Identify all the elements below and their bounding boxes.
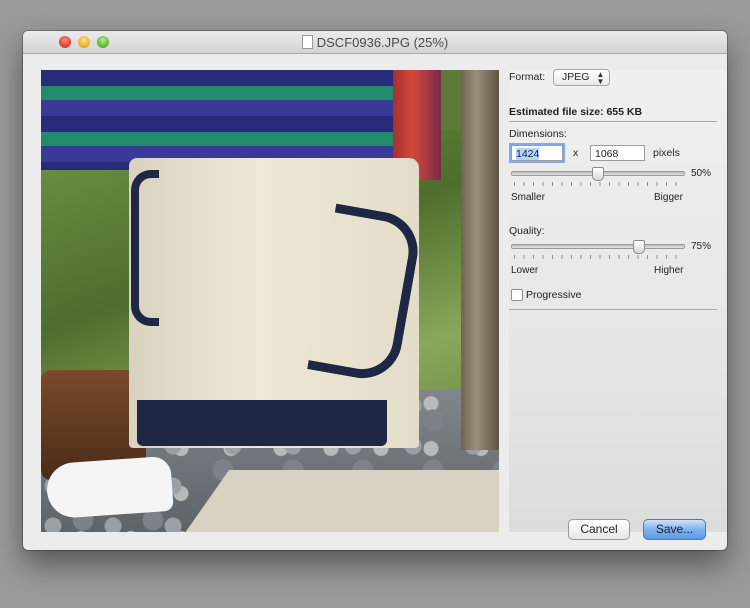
separator (509, 121, 717, 122)
popup-arrows-icon: ▲ ▼ (596, 70, 605, 86)
image-preview (41, 70, 499, 532)
units-label: pixels (653, 147, 680, 159)
quality-slider-thumb[interactable] (632, 240, 645, 254)
title-bar[interactable]: DSCF0936.JPG (25%) (23, 31, 727, 54)
progressive-label: Progressive (526, 289, 582, 301)
separator (509, 309, 717, 310)
width-field[interactable]: 1424 (511, 145, 563, 161)
quality-slider[interactable] (511, 244, 685, 249)
size-max-label: Bigger (654, 192, 683, 203)
format-value: JPEG (562, 71, 590, 83)
quality-min-label: Lower (511, 265, 539, 276)
dimensions-label: Dimensions: (509, 128, 567, 140)
format-label: Format: (509, 71, 546, 83)
document-icon (301, 35, 313, 49)
height-field[interactable]: 1068 (590, 145, 645, 161)
quality-max-label: Higher (654, 265, 684, 276)
size-slider-ticks (514, 182, 682, 186)
window-title: DSCF0936.JPG (25%) (23, 35, 727, 50)
size-slider-thumb[interactable] (592, 167, 604, 181)
progressive-checkbox[interactable] (511, 289, 523, 301)
estimated-file-size: Estimated file size: 655 KB (509, 106, 643, 118)
quality-percent: 75% (691, 241, 712, 252)
times-symbol: x (573, 147, 579, 159)
size-min-label: Smaller (511, 192, 545, 203)
format-popup[interactable]: JPEG ▲ ▼ (553, 69, 611, 86)
size-percent: 50% (691, 168, 712, 179)
quality-slider-ticks (514, 255, 682, 259)
export-dialog-window: DSCF0936.JPG (25%) Format: JPEG ▲ ▼ Estim… (23, 31, 727, 550)
quality-label: Quality: (509, 225, 545, 237)
cancel-button[interactable]: Cancel (568, 519, 630, 540)
save-button[interactable]: Save... (643, 519, 706, 540)
